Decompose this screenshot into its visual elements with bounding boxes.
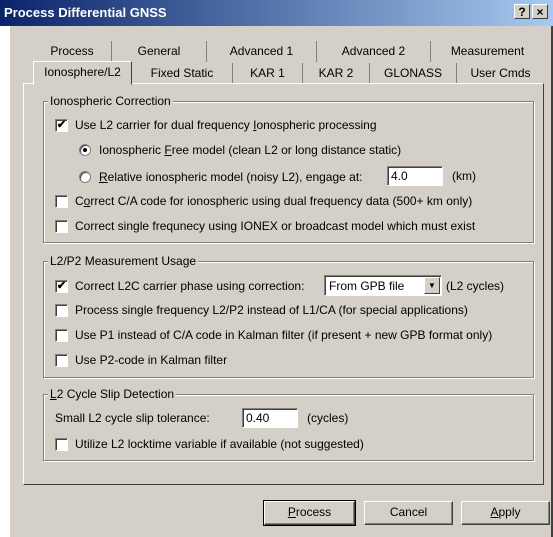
window-title: Process Differential GNSS [4,5,167,20]
help-icon: ? [518,5,526,19]
tolerance-unit: (cycles) [307,411,349,425]
title-bar[interactable]: Process Differential GNSS ? × [0,0,553,26]
process-button[interactable]: Process [263,500,356,526]
use-l2-checkbox[interactable]: ✔ [55,118,68,132]
engage-distance-input[interactable]: 4.0 [387,166,443,186]
l2c-correction-value: From GPB file [329,279,405,293]
correct-ca-checkbox-row[interactable]: Correct C/A code for ionospheric using d… [55,193,472,209]
tab-general[interactable]: General [112,41,207,62]
single-freq-checkbox[interactable] [55,219,68,233]
dialog-window: Process Differential GNSS ? × Process Ge… [0,0,553,537]
apply-button[interactable]: Apply [461,501,550,525]
use-p2-checkbox[interactable] [55,353,68,367]
process-single-checkbox-row[interactable]: Process single frequency L2/P2 instead o… [55,302,468,318]
tab-advanced-2[interactable]: Advanced 2 [317,41,431,62]
checkmark-icon: ✔ [56,118,67,131]
relative-model-radio[interactable] [79,171,91,183]
tab-advanced-1[interactable]: Advanced 1 [207,41,317,62]
tab-fixed-static[interactable]: Fixed Static [132,63,233,84]
close-button[interactable]: × [532,4,548,19]
cancel-button[interactable]: Cancel [364,501,453,525]
use-p2-checkbox-row[interactable]: Use P2-code in Kalman filter [55,352,227,368]
tolerance-input[interactable]: 0.40 [242,408,298,428]
use-p1-checkbox[interactable] [55,328,68,342]
use-l2-checkbox-row[interactable]: ✔ Use L2 carrier for dual frequency Iono… [55,117,377,133]
help-button[interactable]: ? [514,4,530,19]
chevron-down-icon[interactable]: ▼ [424,277,440,294]
tab-glonass[interactable]: GLONASS [370,63,457,84]
relative-model-label: Relative ionospheric model (noisy L2), e… [99,170,363,184]
free-model-label: Ionospheric Free model (clean L2 or long… [99,143,402,157]
locktime-checkbox[interactable] [55,437,68,451]
process-single-label: Process single frequency L2/P2 instead o… [75,303,468,317]
engage-unit: (km) [452,169,476,183]
tab-process[interactable]: Process [33,41,112,62]
process-single-checkbox[interactable] [55,303,68,317]
tolerance-label: Small L2 cycle slip tolerance: [55,411,210,425]
checkmark-icon: ✔ [56,279,67,292]
tab-kar-2[interactable]: KAR 2 [303,63,370,84]
l2c-checkbox-row[interactable]: ✔ Correct L2C carrier phase using correc… [55,276,304,296]
tab-measurement[interactable]: Measurement [431,41,544,62]
single-freq-checkbox-row[interactable]: Correct single frequnecy using IONEX or … [55,218,475,234]
tab-user-cmds[interactable]: User Cmds [457,63,544,84]
close-icon: × [536,5,544,19]
cycle-slip-legend: L2 Cycle Slip Detection [48,387,177,401]
l2c-checkbox[interactable]: ✔ [55,279,68,293]
use-p1-label: Use P1 instead of C/A code in Kalman fil… [75,328,493,342]
l2p2-legend: L2/P2 Measurement Usage [48,254,199,268]
correct-ca-label: Correct C/A code for ionospheric using d… [75,194,473,208]
window-edge [0,0,10,537]
use-l2-label: Use L2 carrier for dual frequency Ionosp… [75,118,377,132]
locktime-checkbox-row[interactable]: Utilize L2 locktime variable if availabl… [55,436,364,452]
radio-dot-icon [83,148,87,152]
tab-kar-1[interactable]: KAR 1 [233,63,303,84]
tab-ionosphere-l2[interactable]: Ionosphere/L2 [33,61,132,85]
l2c-correction-select[interactable]: From GPB file ▼ [324,275,442,296]
locktime-label: Utilize L2 locktime variable if availabl… [75,437,364,451]
l2c-unit: (L2 cycles) [446,279,505,293]
use-p1-checkbox-row[interactable]: Use P1 instead of C/A code in Kalman fil… [55,327,492,343]
ionospheric-legend: Ionospheric Correction [48,94,173,108]
single-freq-label: Correct single frequnecy using IONEX or … [75,219,476,233]
use-p2-label: Use P2-code in Kalman filter [75,353,228,367]
free-model-radio[interactable] [79,144,91,156]
l2c-label: Correct L2C carrier phase using correcti… [75,279,305,293]
relative-model-radio-row[interactable]: Relative ionospheric model (noisy L2), e… [79,167,363,187]
free-model-radio-row[interactable]: Ionospheric Free model (clean L2 or long… [79,142,401,158]
correct-ca-checkbox[interactable] [55,194,68,208]
